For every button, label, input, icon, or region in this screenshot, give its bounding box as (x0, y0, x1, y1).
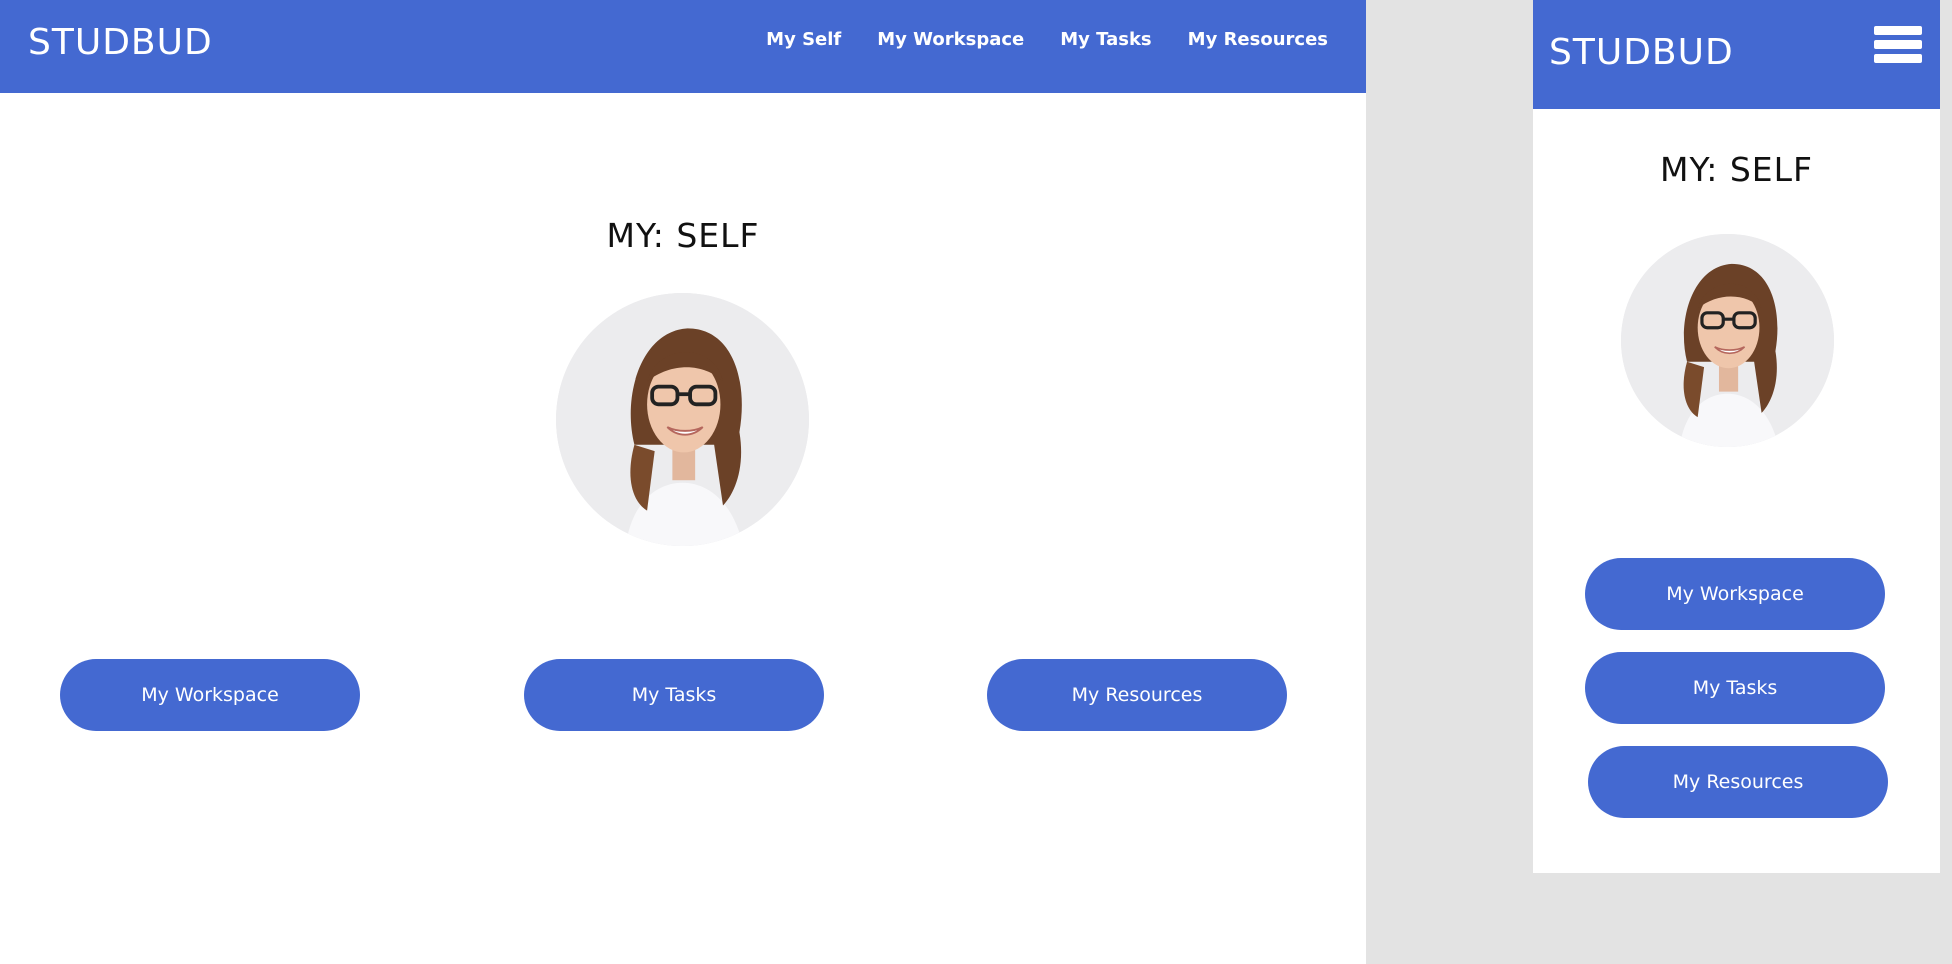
desktop-view: STUDBUD My Self My Workspace My Tasks My… (0, 0, 1366, 964)
logo[interactable]: STUDBUD (28, 22, 213, 63)
nav-my-resources[interactable]: My Resources (1188, 29, 1328, 50)
my-tasks-button[interactable]: My Tasks (1585, 652, 1885, 724)
desktop-header: STUDBUD My Self My Workspace My Tasks My… (0, 0, 1366, 93)
my-tasks-button[interactable]: My Tasks (524, 659, 824, 731)
profile-avatar (1621, 234, 1834, 447)
my-workspace-button[interactable]: My Workspace (60, 659, 360, 731)
page-title: MY: SELF (606, 216, 760, 255)
nav-my-self[interactable]: My Self (766, 29, 841, 50)
mobile-view: STUDBUD MY: SELF My Workspace My Tasks M… (1533, 0, 1940, 873)
my-resources-button[interactable]: My Resources (987, 659, 1287, 731)
logo[interactable]: STUDBUD (1549, 32, 1734, 73)
nav-my-tasks[interactable]: My Tasks (1060, 29, 1151, 50)
page-title: MY: SELF (1659, 150, 1814, 189)
nav-my-workspace[interactable]: My Workspace (877, 29, 1024, 50)
my-resources-button[interactable]: My Resources (1588, 746, 1888, 818)
profile-photo (1621, 234, 1834, 447)
profile-avatar (556, 293, 809, 546)
profile-photo (556, 293, 809, 546)
top-nav: My Self My Workspace My Tasks My Resourc… (766, 29, 1328, 50)
hamburger-menu-icon[interactable] (1874, 26, 1922, 63)
mobile-header: STUDBUD (1533, 0, 1940, 109)
my-workspace-button[interactable]: My Workspace (1585, 558, 1885, 630)
